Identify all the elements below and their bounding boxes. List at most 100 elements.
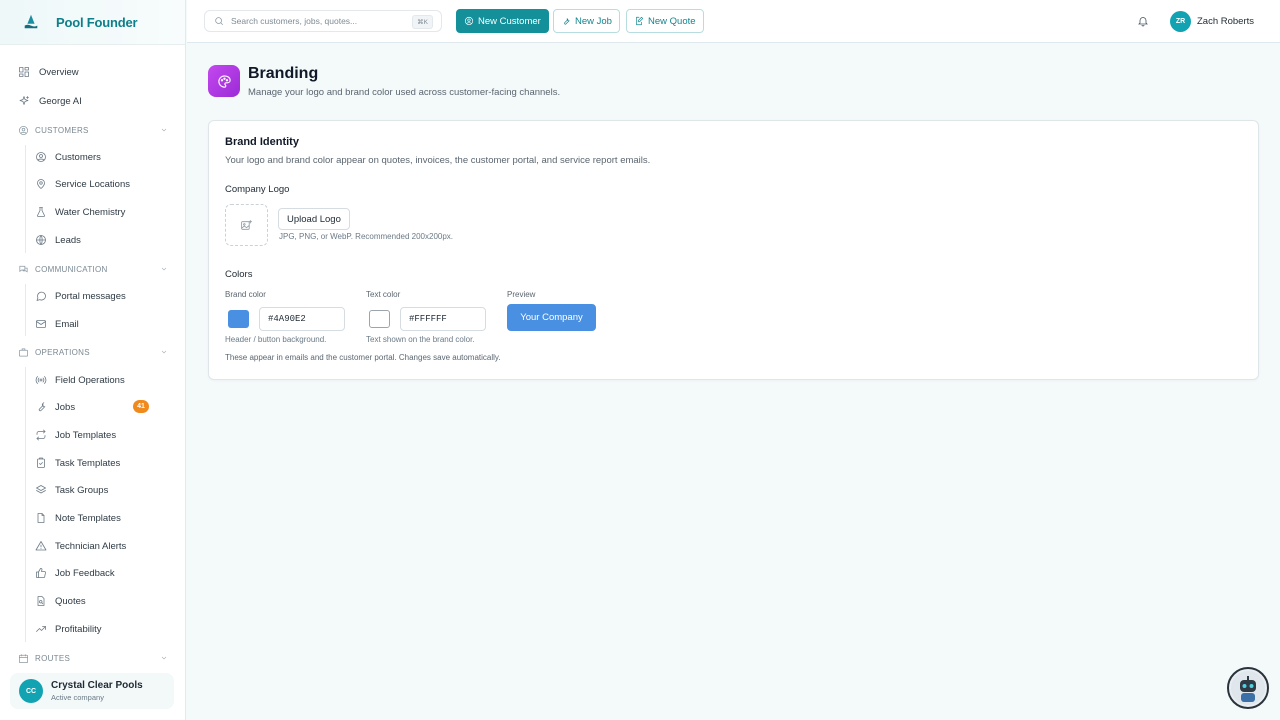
radio-icon xyxy=(35,376,47,384)
briefcase-icon xyxy=(19,347,28,357)
app-logo-icon xyxy=(24,14,38,29)
sidebar-item-label: Email xyxy=(55,318,79,330)
brand-color-swatch[interactable] xyxy=(228,310,249,328)
upload-logo-button[interactable]: Upload Logo xyxy=(278,208,350,230)
user-menu[interactable]: ZR Zach Roberts xyxy=(1170,11,1254,32)
button-label: New Customer xyxy=(478,15,541,27)
sidebar-item-label: George AI xyxy=(39,95,82,107)
new-job-button[interactable]: New Job xyxy=(553,9,620,33)
sidebar-item-label: Water Chemistry xyxy=(55,206,126,218)
sidebar-item-job-templates[interactable]: Job Templates xyxy=(35,425,116,445)
section-label: CUSTOMERS xyxy=(35,125,89,135)
company-logo-label: Company Logo xyxy=(225,184,290,195)
map-pin-icon xyxy=(37,179,45,189)
chevron-down-icon xyxy=(161,267,167,271)
sidebar-item-email[interactable]: Email xyxy=(35,314,79,334)
brand-identity-card: Brand Identity Your logo and brand color… xyxy=(208,120,1259,380)
message-circle-icon xyxy=(36,291,46,301)
flask-icon xyxy=(37,207,45,217)
preview-label: Preview xyxy=(507,290,536,299)
sidebar-item-portal-messages[interactable]: Portal messages xyxy=(35,286,126,306)
sidebar-item-water-chemistry[interactable]: Water Chemistry xyxy=(35,202,125,222)
search-input[interactable] xyxy=(231,16,411,26)
text-color-label: Text color xyxy=(366,290,401,299)
section-customers[interactable]: CUSTOMERS xyxy=(18,122,168,138)
button-label: New Job xyxy=(575,15,612,27)
company-switcher[interactable]: CC Crystal Clear Pools Active company xyxy=(10,673,174,709)
sidebar-item-jobs[interactable]: Jobs xyxy=(35,397,75,417)
company-avatar: CC xyxy=(19,679,43,703)
sidebar-item-quotes[interactable]: Quotes xyxy=(35,591,86,611)
grid-icon xyxy=(19,67,29,77)
trending-up-icon xyxy=(36,626,46,632)
tree-line xyxy=(25,367,26,642)
new-customer-button[interactable]: New Customer xyxy=(456,9,549,33)
sidebar-item-service-locations[interactable]: Service Locations xyxy=(35,174,130,194)
wrench-icon xyxy=(564,18,570,25)
brand-color-input[interactable] xyxy=(259,307,345,331)
sidebar-item-label: Overview xyxy=(39,66,79,78)
sidebar-item-profitability[interactable]: Profitability xyxy=(35,619,101,639)
file-icon xyxy=(37,513,45,523)
repeat-icon xyxy=(36,429,46,441)
sidebar-item-customers[interactable]: Customers xyxy=(35,147,101,167)
sidebar-item-label: Field Operations xyxy=(55,374,125,386)
sidebar-item-field-operations[interactable]: Field Operations xyxy=(35,370,125,390)
bell-icon[interactable] xyxy=(1137,15,1149,27)
tree-line xyxy=(25,145,26,253)
search-icon xyxy=(215,17,224,26)
jobs-count-badge: 41 xyxy=(133,400,149,413)
company-status: Active company xyxy=(51,693,104,702)
sidebar-item-label: Task Templates xyxy=(55,457,121,469)
sidebar-item-label: Service Locations xyxy=(55,178,130,190)
sidebar-item-label: Note Templates xyxy=(55,512,121,524)
brand-color-hint: Header / button background. xyxy=(225,335,327,344)
sidebar-item-label: Technician Alerts xyxy=(55,540,127,552)
thumbs-up-icon xyxy=(36,567,46,578)
sidebar-item-label: Task Groups xyxy=(55,484,109,496)
user-name: Zach Roberts xyxy=(1197,16,1255,27)
tree-line xyxy=(25,284,26,336)
sidebar-item-overview[interactable]: Overview xyxy=(18,62,79,82)
sidebar-item-label: Profitability xyxy=(55,623,102,635)
sidebar-item-task-groups[interactable]: Task Groups xyxy=(35,480,108,500)
logo-dropzone[interactable] xyxy=(225,204,268,246)
search-shortcut: ⌘K xyxy=(412,15,433,29)
sidebar-item-label: Customers xyxy=(55,151,101,163)
search-box[interactable]: ⌘K xyxy=(204,10,442,32)
file-search-icon xyxy=(37,596,45,606)
section-communication[interactable]: COMMUNICATION xyxy=(18,261,168,277)
sidebar-item-label: Portal messages xyxy=(55,290,126,302)
auto-save-note: These appear in emails and the customer … xyxy=(225,353,501,362)
new-quote-button[interactable]: New Quote xyxy=(626,9,704,33)
sidebar-item-note-templates[interactable]: Note Templates xyxy=(35,508,121,528)
brand-preview-button: Your Company xyxy=(507,304,596,331)
text-color-input[interactable] xyxy=(400,307,486,331)
page-title: Branding xyxy=(248,65,319,82)
section-operations[interactable]: OPERATIONS xyxy=(18,344,168,360)
file-edit-icon xyxy=(636,16,644,26)
image-plus-icon xyxy=(241,219,252,230)
section-label: OPERATIONS xyxy=(35,347,90,357)
text-color-swatch[interactable] xyxy=(369,310,390,328)
app-brand[interactable]: Pool Founder xyxy=(0,0,185,45)
top-bar: ⌘K New Customer New Job New Quote ZR Zac… xyxy=(187,0,1280,43)
sidebar-item-technician-alerts[interactable]: Technician Alerts xyxy=(35,536,126,556)
sidebar-item-label: Leads xyxy=(55,234,81,246)
sidebar-item-george-ai[interactable]: George AI xyxy=(18,91,82,111)
page-subtitle: Manage your logo and brand color used ac… xyxy=(248,87,561,98)
ai-assistant-button[interactable] xyxy=(1227,667,1269,709)
button-label: New Quote xyxy=(648,15,696,27)
palette-icon xyxy=(217,74,231,88)
sidebar-item-job-feedback[interactable]: Job Feedback xyxy=(35,563,115,583)
company-name: Crystal Clear Pools xyxy=(51,680,143,691)
sidebar-item-leads[interactable]: Leads xyxy=(35,230,81,250)
sidebar-item-task-templates[interactable]: Task Templates xyxy=(35,453,120,473)
text-color-hint: Text shown on the brand color. xyxy=(366,335,475,344)
section-routes[interactable]: ROUTES xyxy=(18,650,168,666)
user-circle-icon xyxy=(36,152,46,162)
robot-icon xyxy=(1231,671,1265,705)
card-subtitle: Your logo and brand color appear on quot… xyxy=(225,155,651,166)
colors-label: Colors xyxy=(225,269,253,280)
globe-icon xyxy=(36,235,46,245)
